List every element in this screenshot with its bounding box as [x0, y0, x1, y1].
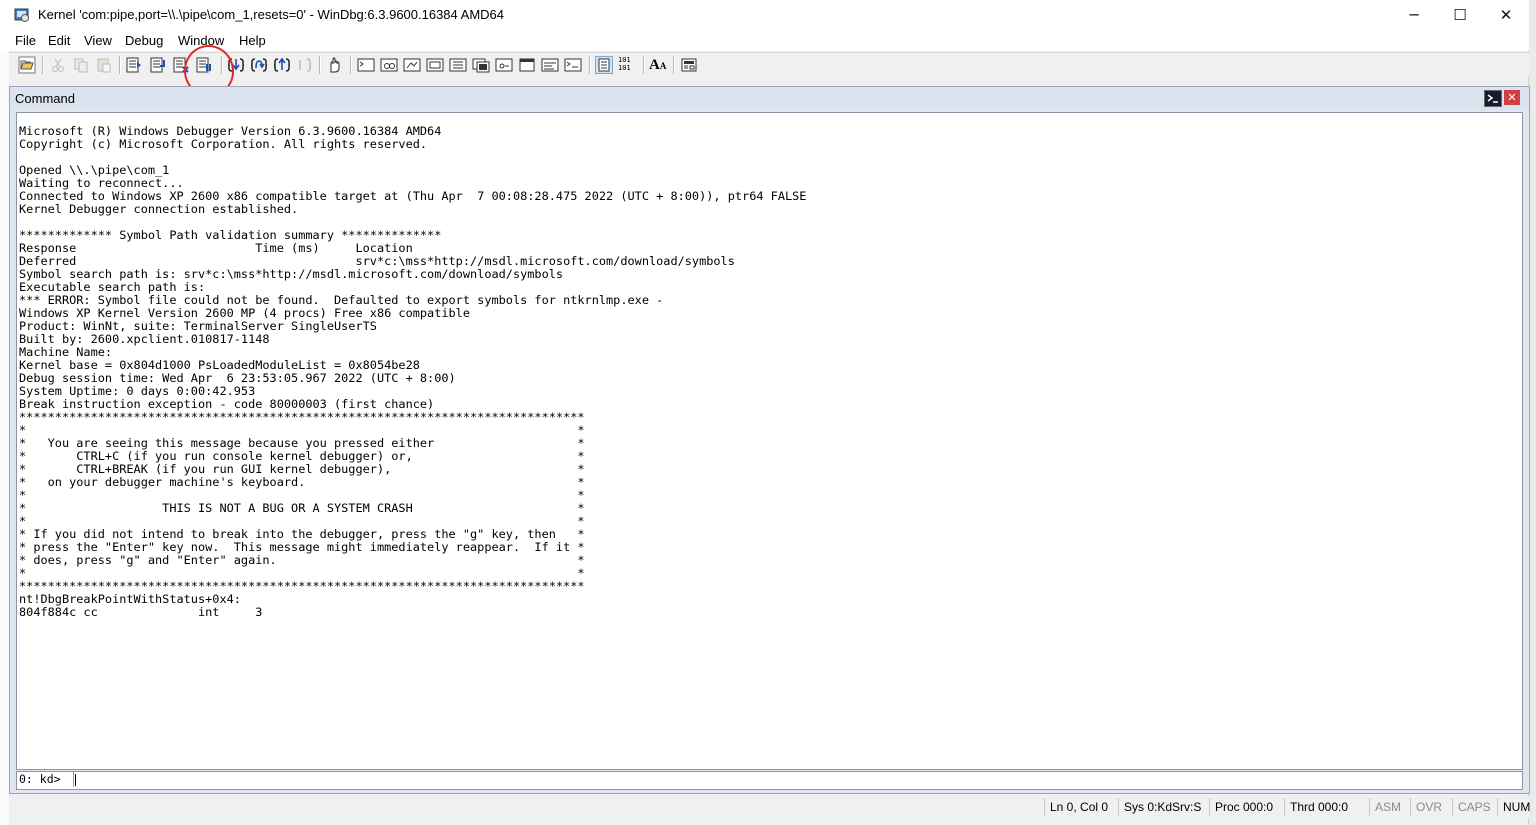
toolbar-separator	[589, 56, 591, 74]
registers-window-icon[interactable]	[426, 56, 444, 74]
command-input[interactable]	[75, 772, 1515, 787]
command-window-close-icon[interactable]: ✕	[1504, 90, 1520, 105]
windbg-app-icon	[14, 7, 30, 23]
options-icon[interactable]	[680, 56, 698, 74]
menu-view[interactable]: View	[84, 33, 112, 48]
run-to-cursor-icon[interactable]	[296, 56, 314, 74]
kd-prompt: 0: kd>	[18, 772, 74, 787]
toolbar-separator	[643, 56, 645, 74]
step-out-icon[interactable]	[273, 56, 291, 74]
status-num: NUM	[1497, 798, 1535, 816]
command-output-text: Microsoft (R) Windows Debugger Version 6…	[19, 124, 807, 619]
status-proc: Proc 000:0	[1209, 798, 1278, 816]
toolbar: 101 101 AA	[9, 52, 1529, 77]
font-icon-label: A	[649, 57, 660, 73]
maximize-button[interactable]: ☐	[1437, 0, 1483, 30]
status-line-col: Ln 0, Col 0	[1044, 798, 1113, 816]
close-button[interactable]: ✕	[1483, 0, 1529, 30]
status-caps: CAPS	[1452, 798, 1496, 816]
toolbar-separator	[350, 56, 352, 74]
status-sys: Sys 0:KdSrv:S	[1118, 798, 1206, 816]
menu-edit[interactable]: Edit	[48, 33, 70, 48]
source-window-icon[interactable]	[564, 56, 582, 74]
window-title: Kernel 'com:pipe,port=\\.\pipe\com_1,res…	[38, 7, 505, 22]
status-bar: Ln 0, Col 0 Sys 0:KdSrv:S Proc 000:0 Thr…	[9, 796, 1530, 818]
command-window-title: Command	[15, 91, 75, 106]
copy-icon[interactable]	[72, 56, 90, 74]
menu-help[interactable]: Help	[239, 33, 266, 48]
title-bar: Kernel 'com:pipe,port=\\.\pipe\com_1,res…	[0, 0, 1529, 30]
insert-breakpoint-icon[interactable]	[326, 56, 344, 74]
call-stack-icon[interactable]	[472, 56, 490, 74]
cut-icon[interactable]	[49, 56, 67, 74]
disassembly-window-icon[interactable]	[495, 56, 513, 74]
toolbar-separator	[673, 56, 675, 74]
font-icon-subscript: A	[659, 61, 667, 71]
open-folder-icon[interactable]	[18, 56, 36, 74]
dock-toggle-icon[interactable]	[1484, 90, 1502, 107]
status-ovr: OVR	[1410, 798, 1447, 816]
font-icon[interactable]: AA	[649, 56, 667, 74]
source-mode-icon[interactable]	[595, 56, 613, 74]
status-thrd: Thrd 000:0	[1284, 798, 1353, 816]
paste-icon[interactable]	[95, 56, 113, 74]
command-input-row: 0: kd>	[16, 771, 1523, 790]
locals-window-icon[interactable]	[403, 56, 421, 74]
toolbar-separator	[119, 56, 121, 74]
scratch-pad-icon[interactable]	[518, 56, 536, 74]
toolbar-separator	[42, 56, 44, 74]
desktop-background-left	[0, 0, 9, 825]
menu-file[interactable]: File	[15, 33, 36, 48]
memory-window-icon[interactable]	[449, 56, 467, 74]
command-window-caption: Command ✕	[10, 87, 1529, 110]
step-over-icon[interactable]	[250, 56, 268, 74]
text-cursor	[75, 774, 76, 786]
hex-mode-icon[interactable]: 101 101	[618, 56, 636, 74]
command-window: Command ✕ Microsoft (R) Windows Debugger…	[9, 86, 1530, 794]
command-output-pane[interactable]: Microsoft (R) Windows Debugger Version 6…	[16, 112, 1523, 770]
processes-threads-icon[interactable]	[541, 56, 559, 74]
watch-window-icon[interactable]	[380, 56, 398, 74]
toolbar-separator	[319, 56, 321, 74]
minimize-button[interactable]: ─	[1391, 0, 1437, 30]
status-asm: ASM	[1369, 798, 1406, 816]
command-window-icon[interactable]	[357, 56, 375, 74]
go-icon[interactable]	[125, 56, 143, 74]
restart-icon[interactable]	[149, 56, 167, 74]
menu-bar: File Edit View Debug Window Help	[0, 30, 1529, 51]
menu-debug[interactable]: Debug	[125, 33, 163, 48]
